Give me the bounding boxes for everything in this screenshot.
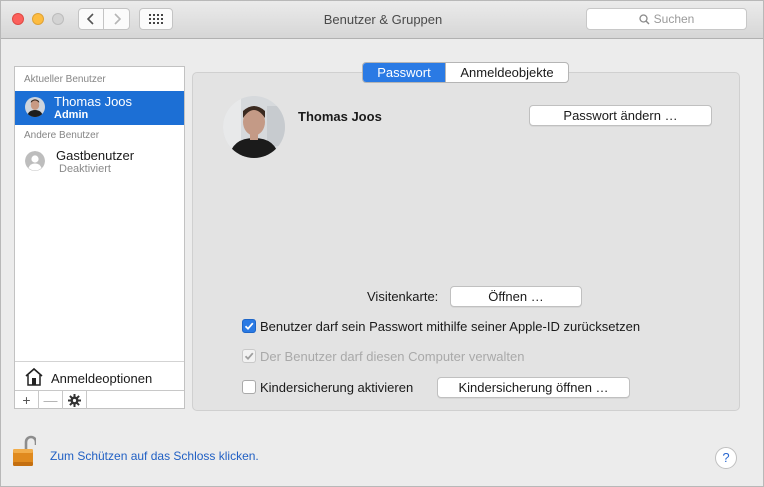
- user-list-tools: + —: [15, 390, 184, 409]
- user-picture[interactable]: [223, 96, 285, 158]
- search-field[interactable]: Suchen: [586, 8, 747, 30]
- user-row-guest[interactable]: Gastbenutzer Deaktiviert: [15, 145, 184, 179]
- house-icon: [25, 367, 43, 386]
- add-user-button[interactable]: +: [15, 391, 39, 409]
- title-bar: Benutzer & Gruppen Suchen: [1, 1, 763, 39]
- gear-icon: [68, 393, 81, 407]
- avatar: [25, 97, 45, 117]
- tab-login-items[interactable]: Anmeldeobjekte: [445, 63, 568, 82]
- open-contact-card-button[interactable]: Öffnen …: [450, 286, 582, 307]
- checkmark-icon: [244, 322, 254, 331]
- change-password-button[interactable]: Passwort ändern …: [529, 105, 712, 126]
- allow-appleid-reset-label: Benutzer darf sein Passwort mithilfe sei…: [260, 319, 641, 334]
- tab-bar: Passwort Anmeldeobjekte: [362, 62, 569, 83]
- user-list-sidebar: Aktueller Benutzer Thomas Joos Admin And…: [14, 66, 185, 409]
- checkmark-icon: [244, 352, 254, 361]
- contact-card-label: Visitenkarte:: [367, 289, 439, 304]
- current-user-role: Admin: [54, 109, 89, 121]
- guest-user-status: Deaktiviert: [59, 163, 111, 175]
- other-users-header: Andere Benutzer: [24, 130, 100, 141]
- tab-password[interactable]: Passwort: [363, 63, 445, 82]
- lock-icon[interactable]: [12, 435, 38, 467]
- lock-hint-link[interactable]: Zum Schützen auf das Schloss klicken.: [50, 449, 259, 463]
- remove-user-button[interactable]: —: [39, 391, 63, 409]
- search-icon: [638, 13, 650, 24]
- guest-user-name: Gastbenutzer: [56, 148, 135, 163]
- current-user-name: Thomas Joos: [54, 94, 133, 109]
- allow-admin-label: Der Benutzer darf diesen Computer verwal…: [260, 349, 525, 364]
- allow-admin-checkbox[interactable]: [242, 349, 256, 363]
- allow-appleid-reset-checkbox[interactable]: [242, 319, 256, 333]
- action-menu-button[interactable]: [63, 391, 87, 409]
- search-placeholder: Suchen: [653, 12, 695, 26]
- enable-parental-controls-label: Kindersicherung aktivieren: [260, 380, 414, 395]
- user-row-thomas-joos[interactable]: Thomas Joos Admin: [15, 91, 184, 125]
- preferences-window: Benutzer & Gruppen Suchen Aktueller Benu…: [0, 0, 764, 487]
- help-button[interactable]: ?: [715, 447, 737, 469]
- guest-avatar-icon: [25, 151, 45, 171]
- current-user-header: Aktueller Benutzer: [24, 74, 106, 85]
- open-parental-controls-button[interactable]: Kindersicherung öffnen …: [437, 377, 630, 398]
- profile-name: Thomas Joos: [298, 109, 382, 124]
- login-options-row[interactable]: Anmeldeoptionen: [15, 361, 184, 390]
- enable-parental-controls-checkbox[interactable]: [242, 380, 256, 394]
- login-options-label: Anmeldeoptionen: [51, 371, 153, 386]
